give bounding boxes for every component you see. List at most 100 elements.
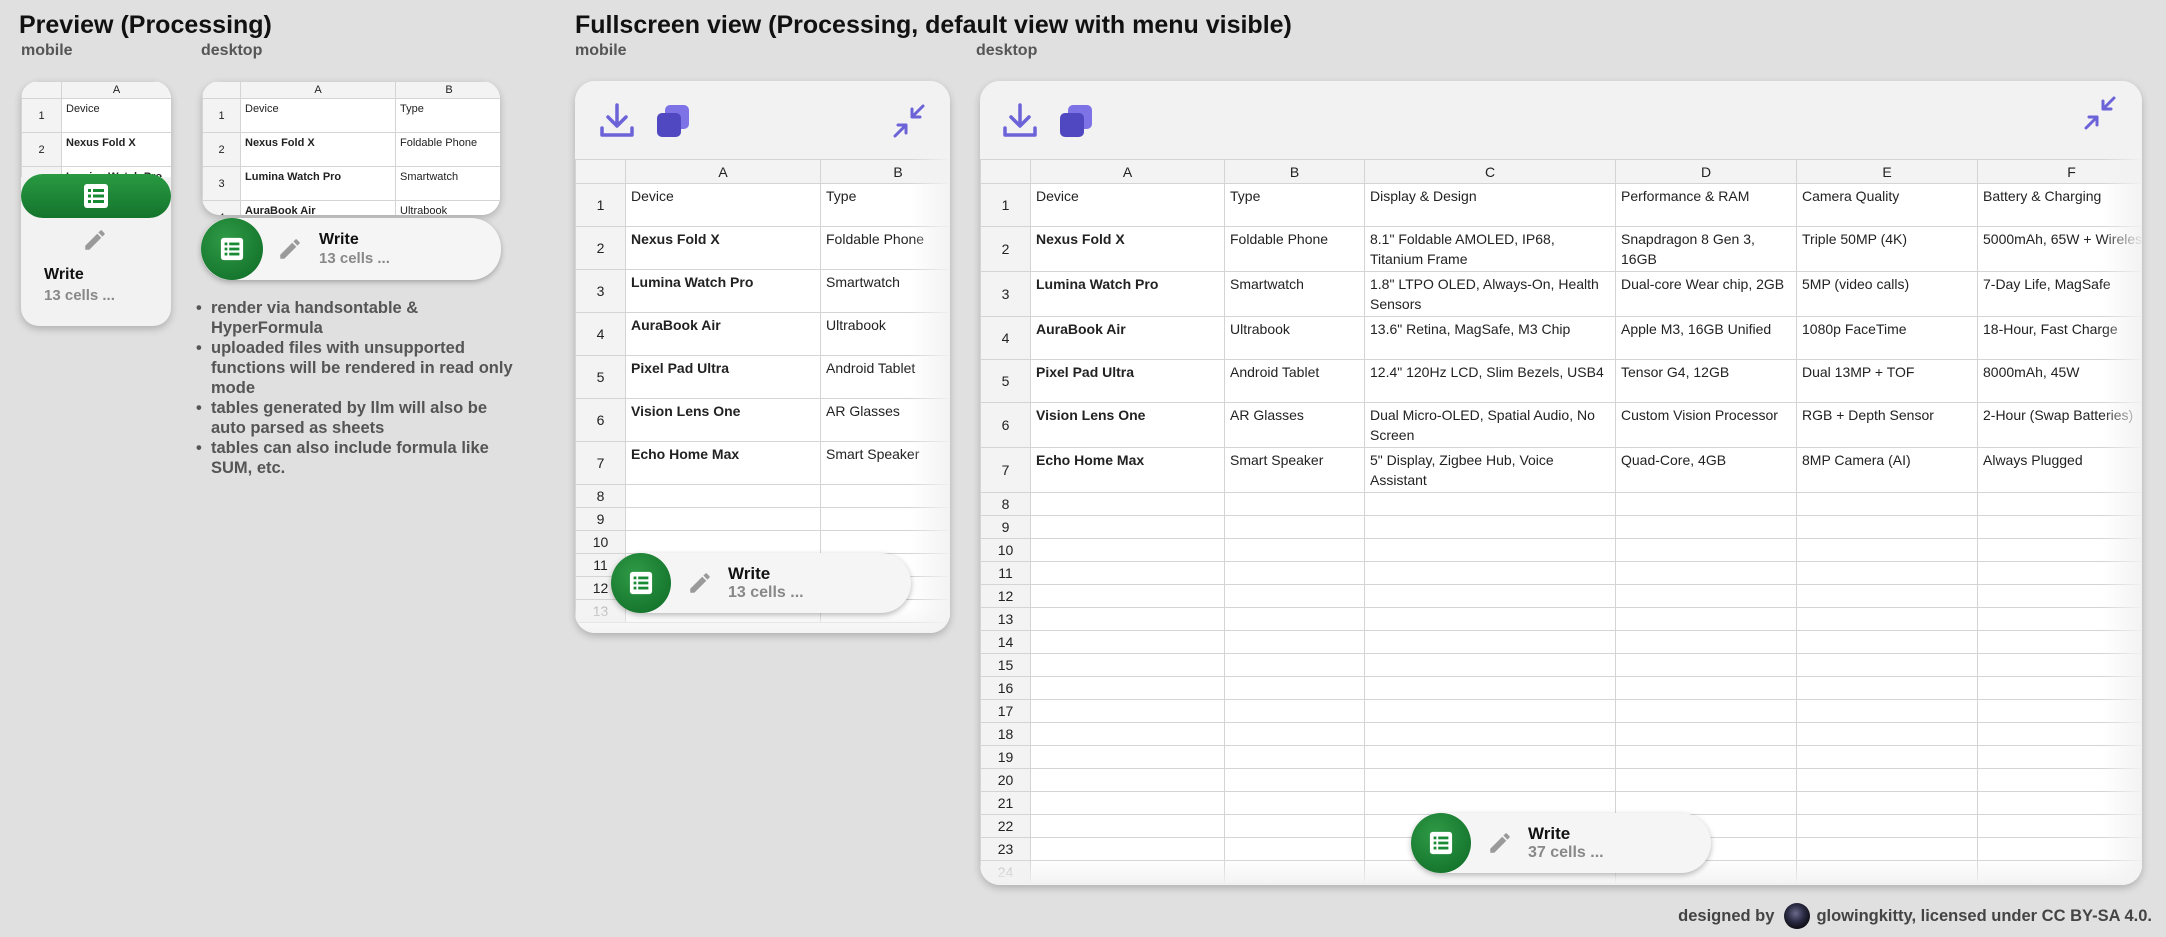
cell[interactable] <box>1977 699 2142 723</box>
row-header[interactable]: 20 <box>980 768 1031 792</box>
row-header[interactable]: 8 <box>575 484 626 508</box>
row-header[interactable]: 5 <box>575 355 626 399</box>
cell[interactable] <box>1030 630 1225 654</box>
cell[interactable]: 1080p FaceTime <box>1796 316 1978 360</box>
cell[interactable] <box>1364 492 1616 516</box>
cell[interactable] <box>1615 722 1797 746</box>
cell[interactable] <box>1796 814 1978 838</box>
row-header[interactable]: 9 <box>980 515 1031 539</box>
cell[interactable] <box>1224 630 1365 654</box>
row-header[interactable]: 10 <box>575 530 626 554</box>
row-header[interactable]: 2 <box>575 226 626 270</box>
cell[interactable] <box>1030 538 1225 562</box>
row-header[interactable]: 7 <box>980 447 1031 493</box>
cell[interactable] <box>1977 745 2142 769</box>
row-header[interactable]: 8 <box>980 492 1031 516</box>
cell[interactable]: Quad-Core, 4GB <box>1615 447 1797 493</box>
cell[interactable] <box>1030 676 1225 700</box>
cell[interactable] <box>1615 584 1797 608</box>
cell[interactable] <box>1224 837 1365 861</box>
cell[interactable] <box>1364 791 1616 815</box>
row-header[interactable]: 5 <box>980 359 1031 403</box>
cell[interactable] <box>1977 584 2142 608</box>
cell[interactable] <box>625 484 821 508</box>
cell[interactable] <box>1224 607 1365 631</box>
cell[interactable]: Triple 50MP (4K) <box>1796 226 1978 272</box>
cell[interactable]: Nexus Fold X <box>625 226 821 270</box>
cell[interactable] <box>1224 584 1365 608</box>
cell[interactable]: AR Glasses <box>820 398 950 442</box>
cell[interactable] <box>1030 699 1225 723</box>
row-header[interactable]: 21 <box>980 791 1031 815</box>
minimize-icon[interactable] <box>2080 93 2120 133</box>
cell[interactable] <box>1615 492 1797 516</box>
column-header[interactable]: E <box>1796 159 1978 184</box>
cell[interactable] <box>1796 515 1978 539</box>
cell[interactable] <box>1796 607 1978 631</box>
cell[interactable] <box>1030 860 1225 884</box>
cell[interactable] <box>1030 561 1225 585</box>
row-header[interactable]: 4 <box>202 200 241 215</box>
write-status-pill[interactable]: Write 13 cells ... <box>611 553 911 613</box>
cell[interactable] <box>820 507 950 531</box>
column-header[interactable]: A <box>240 81 396 99</box>
cell[interactable]: AuraBook Air <box>240 200 396 215</box>
cell[interactable] <box>1977 676 2142 700</box>
cell[interactable]: Camera Quality <box>1796 183 1978 227</box>
cell[interactable] <box>820 484 950 508</box>
cell[interactable]: 7-Day Life, MagSafe <box>1977 271 2142 317</box>
row-header[interactable]: 1 <box>21 98 62 133</box>
column-header[interactable]: C <box>1364 159 1616 184</box>
spreadsheet-grid[interactable]: A B C D E F 1 Device Type Display & Design… <box>980 159 2142 885</box>
row-header[interactable]: 6 <box>575 398 626 442</box>
cell[interactable] <box>1796 745 1978 769</box>
cell[interactable] <box>1030 837 1225 861</box>
cell[interactable] <box>1977 814 2142 838</box>
row-header[interactable]: 4 <box>575 312 626 356</box>
cell[interactable] <box>1364 630 1616 654</box>
cell[interactable]: Device <box>240 98 396 133</box>
row-header[interactable]: 12 <box>980 584 1031 608</box>
cell[interactable]: 8.1" Foldable AMOLED, IP68, Titanium Fra… <box>1364 226 1616 272</box>
cell[interactable] <box>1615 676 1797 700</box>
cell[interactable]: Smartwatch <box>820 269 950 313</box>
cell[interactable] <box>1977 492 2142 516</box>
cell[interactable] <box>1977 515 2142 539</box>
cell[interactable] <box>1615 653 1797 677</box>
spreadsheet-banner[interactable] <box>21 174 171 218</box>
cell[interactable] <box>1364 722 1616 746</box>
cell[interactable] <box>1030 607 1225 631</box>
row-header[interactable]: 3 <box>575 269 626 313</box>
cell[interactable]: Pixel Pad Ultra <box>625 355 821 399</box>
cell[interactable] <box>1030 768 1225 792</box>
cell[interactable] <box>1224 676 1365 700</box>
row-header[interactable]: 2 <box>202 132 241 167</box>
cell[interactable] <box>1224 492 1365 516</box>
column-header[interactable]: B <box>1224 159 1365 184</box>
column-header[interactable]: B <box>820 159 950 184</box>
cell[interactable] <box>1796 653 1978 677</box>
cell[interactable]: Type <box>820 183 950 227</box>
cell[interactable]: Apple M3, 16GB Unified <box>1615 316 1797 360</box>
cell[interactable]: Foldable Phone <box>1224 226 1365 272</box>
cell[interactable] <box>1615 538 1797 562</box>
cell[interactable] <box>1796 584 1978 608</box>
column-header[interactable]: A <box>1030 159 1225 184</box>
cell[interactable] <box>1796 538 1978 562</box>
cell[interactable] <box>1364 676 1616 700</box>
cell[interactable] <box>1030 745 1225 769</box>
cell[interactable]: 5" Display, Zigbee Hub, Voice Assistant <box>1364 447 1616 493</box>
cell[interactable] <box>1615 561 1797 585</box>
cell[interactable] <box>1030 584 1225 608</box>
cell[interactable] <box>1977 768 2142 792</box>
cell[interactable]: RGB + Depth Sensor <box>1796 402 1978 448</box>
row-header[interactable]: 23 <box>980 837 1031 861</box>
row-header[interactable]: 13 <box>980 607 1031 631</box>
row-header[interactable]: 22 <box>980 814 1031 838</box>
row-header[interactable]: 11 <box>980 561 1031 585</box>
cell[interactable] <box>1615 515 1797 539</box>
cell[interactable] <box>1796 630 1978 654</box>
cell[interactable] <box>1224 699 1365 723</box>
cell[interactable] <box>1796 860 1978 884</box>
cell[interactable] <box>1615 768 1797 792</box>
